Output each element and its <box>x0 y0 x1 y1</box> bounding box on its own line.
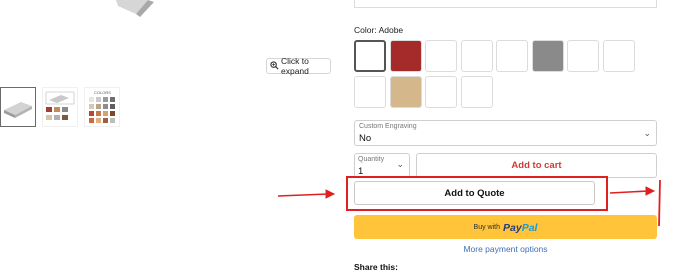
color-swatch-empty-1[interactable] <box>425 40 457 72</box>
color-swatch-red[interactable] <box>389 40 422 72</box>
color-label: Color: Adobe <box>354 25 404 35</box>
click-to-expand-button[interactable]: Click to expand <box>266 56 331 76</box>
thumbnail-colors-text: COLORS <box>94 90 111 95</box>
color-swatch-empty-3[interactable] <box>496 40 528 72</box>
color-swatch-empty-8[interactable] <box>460 76 493 108</box>
zoom-icon <box>270 60 279 72</box>
chevron-down-icon: ⌄ <box>643 128 651 138</box>
color-swatch-empty-6[interactable] <box>354 76 386 108</box>
thumbnail-3[interactable]: COLORS <box>84 87 120 127</box>
add-to-cart-button[interactable]: Add to cart <box>416 153 657 178</box>
product-image-main[interactable] <box>108 0 178 18</box>
thumbnail-2[interactable] <box>42 87 78 127</box>
color-swatch-empty-7[interactable] <box>425 76 457 108</box>
annotation-vertical-line <box>658 180 661 227</box>
custom-engraving-label: Custom Engraving <box>359 123 417 130</box>
custom-engraving-value: No <box>359 133 372 144</box>
annotation-arrow-left <box>277 189 336 199</box>
annotation-arrow-right <box>609 186 656 196</box>
more-payment-options-link[interactable]: More payment options <box>354 244 657 254</box>
chevron-down-icon: ⌄ <box>396 159 404 169</box>
click-to-expand-label: Click to expand <box>281 56 309 76</box>
thumbnail-1[interactable] <box>0 87 36 127</box>
quantity-select[interactable]: Quantity 1 ⌄ <box>354 153 410 178</box>
previous-field-box <box>354 0 657 8</box>
color-swatch-empty-4[interactable] <box>567 40 599 72</box>
custom-engraving-select[interactable]: Custom Engraving No ⌄ <box>354 120 657 146</box>
color-swatch-gray[interactable] <box>531 40 564 72</box>
color-swatch-white[interactable] <box>354 40 386 72</box>
color-swatch-empty-2[interactable] <box>460 40 493 72</box>
color-swatch-empty-5[interactable] <box>602 40 635 72</box>
color-swatch-tan[interactable] <box>389 76 422 108</box>
quantity-label: Quantity <box>358 156 385 163</box>
annotation-arrows <box>277 180 661 227</box>
